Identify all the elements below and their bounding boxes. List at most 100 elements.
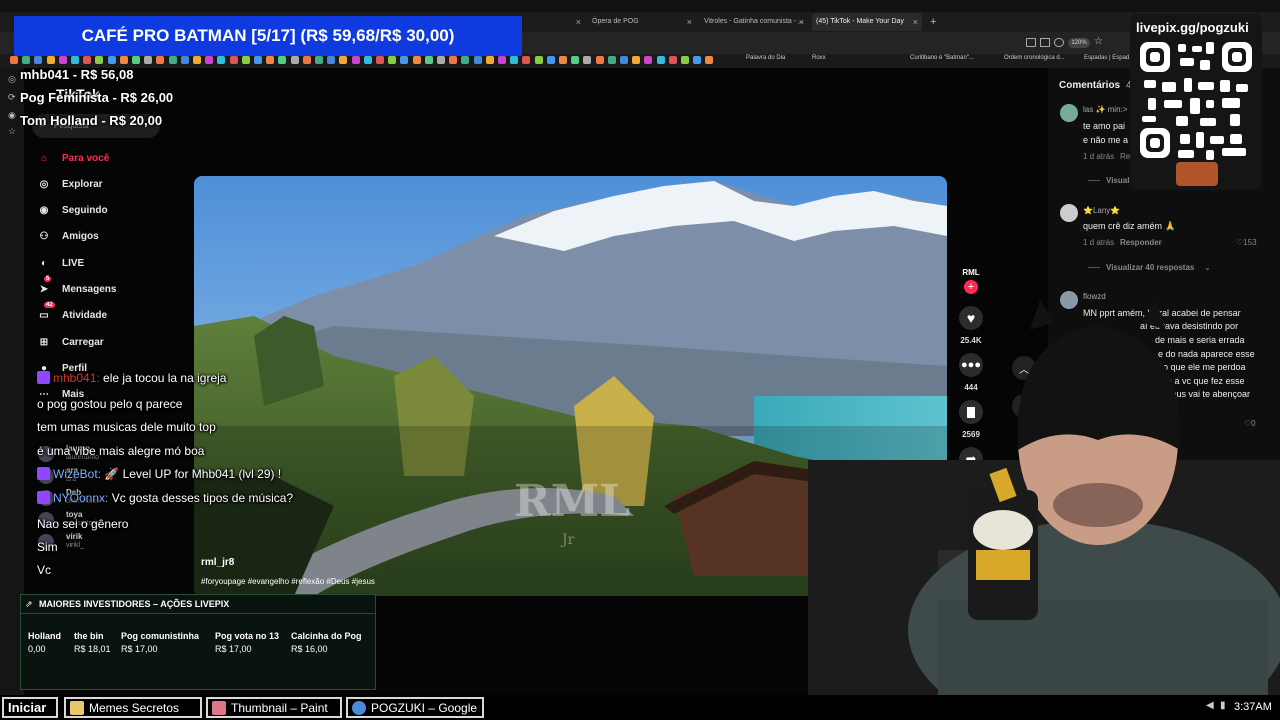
bookmark-icon[interactable]: [229, 56, 238, 64]
view-replies-link[interactable]: Visualizar 40 respostas: [1106, 263, 1194, 272]
close-icon[interactable]: ×: [687, 13, 692, 31]
bookmark-icon[interactable]: [363, 56, 372, 64]
bookmark-icon[interactable]: [241, 56, 250, 64]
sidebar-item-mensagens[interactable]: ➤ Mensagens 5: [36, 275, 116, 300]
bookmark-icon[interactable]: [168, 56, 177, 64]
clock[interactable]: 3:37AM: [1234, 701, 1272, 713]
bookmark-icon[interactable]: [83, 56, 92, 64]
bookmark-icon[interactable]: [205, 56, 214, 64]
close-icon[interactable]: ×: [576, 13, 581, 31]
side-panel-icon[interactable]: ◉: [8, 110, 16, 121]
translate-icon[interactable]: [1054, 38, 1064, 47]
sidebar-item-para-voc-[interactable]: ⌂ Para você: [36, 148, 109, 168]
bookmark-icon[interactable]: [522, 56, 531, 64]
reply-button[interactable]: Responder: [1120, 238, 1162, 247]
bookmark-icon[interactable]: [424, 56, 433, 64]
bookmark-icon[interactable]: [546, 56, 555, 64]
close-icon[interactable]: ×: [799, 13, 804, 31]
bookmark-icon[interactable]: [266, 56, 275, 64]
bookmark-icon[interactable]: [620, 56, 628, 64]
bookmark-icon[interactable]: [534, 56, 543, 64]
bookmark-icon[interactable]: [498, 56, 506, 64]
zoom-indicator[interactable]: 120%: [1068, 38, 1090, 48]
bookmark-star-icon[interactable]: ☆: [1094, 36, 1103, 47]
bookmark-icon[interactable]: [705, 56, 714, 64]
reader-icon[interactable]: [1026, 38, 1036, 47]
bookmark-icon[interactable]: [583, 56, 592, 64]
bookmark-icon[interactable]: [656, 56, 665, 64]
bookmark-icon[interactable]: [461, 56, 470, 64]
side-panel-icon[interactable]: ⟳: [8, 92, 16, 103]
sidebar-item-explorar[interactable]: ◎ Explorar: [36, 174, 103, 194]
avatar[interactable]: [1060, 204, 1078, 222]
network-icon[interactable]: ▮: [1220, 700, 1226, 711]
bookmark-icon[interactable]: [180, 56, 189, 64]
video-author[interactable]: rml_jr8: [201, 557, 234, 568]
bookmark-icon[interactable]: [107, 56, 116, 64]
bookmark-icon[interactable]: [559, 56, 567, 64]
bookmark-icon[interactable]: [144, 56, 153, 64]
following-name[interactable]: virik: [66, 532, 82, 541]
bookmark-icon[interactable]: [278, 56, 287, 64]
bookmark-icon[interactable]: [290, 56, 299, 64]
bookmark-icon[interactable]: [315, 56, 323, 64]
taskbar-item-paint[interactable]: Thumbnail – Paint: [206, 697, 342, 718]
bookmark-icon[interactable]: [485, 56, 494, 64]
bookmark-icon[interactable]: [156, 56, 165, 64]
bookmark-icon[interactable]: [193, 56, 201, 64]
bookmark-icon[interactable]: [327, 56, 336, 64]
bookmark-icon[interactable]: [571, 56, 580, 64]
bookmark-ordem-cronologica[interactable]: Ordem cronológica d...: [1004, 55, 1065, 61]
bookmark-icon[interactable]: [217, 56, 226, 64]
bookmark-icon[interactable]: [473, 56, 482, 64]
screenshot-icon[interactable]: [1040, 38, 1050, 47]
bookmark-icon[interactable]: [644, 56, 653, 64]
bookmark-icon[interactable]: [71, 56, 79, 64]
bookmark-icon[interactable]: [95, 56, 104, 64]
bookmark-icon[interactable]: [132, 56, 140, 64]
bookmark-icon[interactable]: [510, 56, 519, 64]
sidebar-item-seguindo[interactable]: ◉ Seguindo: [36, 201, 108, 221]
bookmark-icon[interactable]: [302, 56, 311, 64]
sidebar-item-live[interactable]: ◐ LIVE: [36, 253, 84, 273]
comment-like[interactable]: ♡153: [1236, 238, 1257, 247]
bookmark-icon[interactable]: [339, 56, 348, 64]
bookmark-icon[interactable]: [34, 56, 43, 64]
bookmark-icon[interactable]: [376, 56, 384, 64]
bookmark-icon[interactable]: [449, 56, 458, 64]
bookmark-icon[interactable]: [119, 56, 128, 64]
comment-user[interactable]: ⭐Lany⭐: [1083, 206, 1120, 215]
taskbar-item-memes[interactable]: Memes Secretos: [64, 697, 202, 718]
bookmark-icon[interactable]: [668, 56, 677, 64]
sidebar-item-atividade[interactable]: ▭ Atividade 42: [36, 301, 107, 326]
taskbar-item-browser[interactable]: POGZUKI – Google: [346, 697, 484, 718]
chevron-down-icon[interactable]: ⌄: [1204, 263, 1211, 272]
bookmark-icon[interactable]: [46, 56, 55, 64]
tab-vitroles[interactable]: Vitroles - Gatinha comunista - ... ×: [700, 13, 808, 31]
avatar[interactable]: [1060, 104, 1078, 122]
bookmark-icon[interactable]: [607, 56, 616, 64]
bookmark-icon[interactable]: [693, 56, 702, 64]
reply-button[interactable]: Re: [1120, 152, 1130, 161]
bookmark-icon[interactable]: [632, 56, 641, 64]
bookmark-icon[interactable]: [58, 56, 67, 64]
tab-tiktok[interactable]: (45) TikTok - Make Your Day ×: [812, 13, 922, 31]
close-icon[interactable]: ×: [913, 13, 918, 31]
bookmark-icon[interactable]: [254, 56, 262, 64]
comment-user[interactable]: las ✨ min:>: [1083, 105, 1127, 114]
sidebar-item-carregar[interactable]: ⊞ Carregar: [36, 332, 104, 352]
bookmark-icon[interactable]: [437, 56, 445, 64]
new-tab-button[interactable]: +: [926, 13, 942, 31]
tab-opera-pog[interactable]: Ópera de POG ×: [588, 13, 696, 31]
bookmark-espadas[interactable]: Espadas | Espad...: [1084, 55, 1134, 61]
sidebar-item-amigos[interactable]: ⚇ Amigos: [36, 227, 99, 247]
side-panel-icon[interactable]: ◎: [8, 74, 16, 85]
bookmark-icon[interactable]: [10, 56, 18, 64]
bookmark-icon[interactable]: [388, 56, 397, 64]
speaker-icon[interactable]: ◀: [1206, 700, 1214, 711]
bookmark-icon[interactable]: [22, 56, 31, 64]
start-button[interactable]: Iniciar: [2, 697, 58, 718]
bookmark-icon[interactable]: [595, 56, 604, 64]
bookmark-icon[interactable]: [400, 56, 409, 64]
bookmark-icon[interactable]: [351, 56, 360, 64]
